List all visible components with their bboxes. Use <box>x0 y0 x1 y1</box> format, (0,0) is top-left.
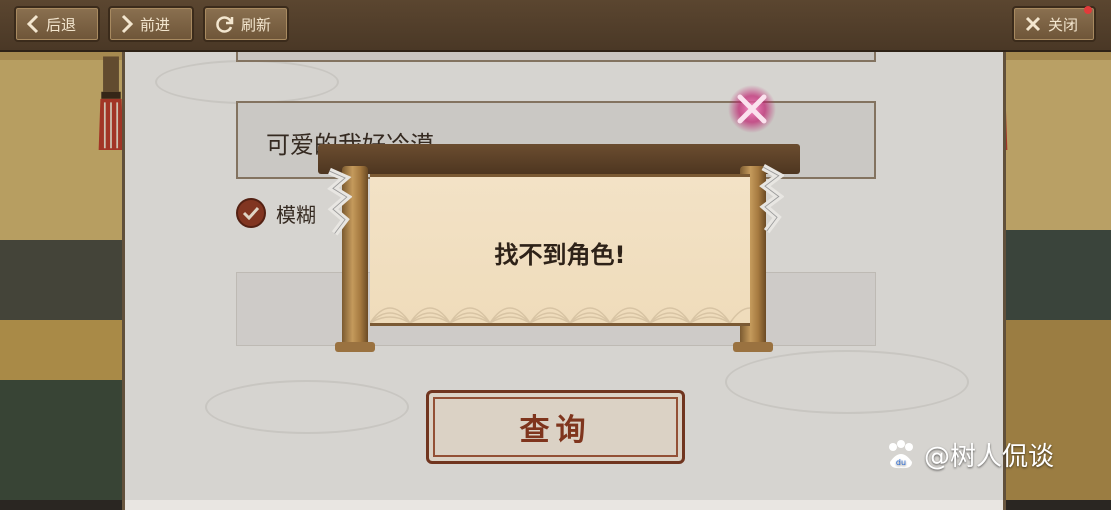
wave-pattern <box>370 307 750 323</box>
watermark: du @树人侃谈 <box>884 436 1054 473</box>
error-dialog: 找不到角色! <box>318 138 800 356</box>
paper-streamer-right <box>759 164 784 234</box>
watermark-text: @树人侃谈 <box>924 442 1055 472</box>
back-button[interactable]: 后退 <box>14 6 100 42</box>
dialog-paper: 找不到角色! <box>370 174 750 326</box>
chevron-right-icon <box>121 14 134 34</box>
close-icon <box>1025 16 1041 32</box>
chevron-left-icon <box>26 14 39 34</box>
post-base-right <box>733 342 773 352</box>
refresh-icon <box>216 16 234 33</box>
dialog-close-icon[interactable] <box>722 84 782 134</box>
close-label: 关闭 <box>1048 15 1079 34</box>
dialog-top-beam <box>318 144 800 174</box>
paw-logo-icon: du <box>889 439 913 468</box>
back-label: 后退 <box>46 15 77 34</box>
forward-button[interactable]: 前进 <box>108 6 194 42</box>
forward-label: 前进 <box>140 15 171 34</box>
svg-text:du: du <box>896 458 906 467</box>
paper-streamer-left <box>327 167 352 236</box>
dialog-message: 找不到角色! <box>494 241 626 269</box>
notification-dot <box>1084 6 1092 14</box>
top-navigation-bar: 后退 前进 刷新 关闭 <box>0 0 1111 52</box>
post-base-left <box>335 342 375 352</box>
refresh-label: 刷新 <box>241 15 272 34</box>
refresh-button[interactable]: 刷新 <box>203 6 289 42</box>
